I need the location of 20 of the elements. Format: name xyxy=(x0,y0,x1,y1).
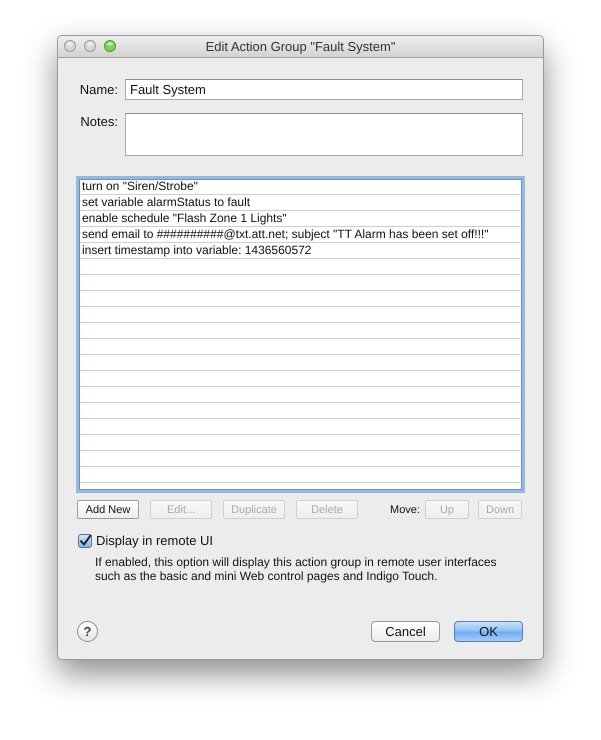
ok-button[interactable]: OK xyxy=(454,621,523,642)
cancel-button[interactable]: Cancel xyxy=(371,621,440,642)
add-new-button[interactable]: Add New xyxy=(77,500,139,519)
action-list[interactable] xyxy=(76,176,525,493)
move-label: Move: xyxy=(390,504,420,516)
action-row[interactable]: insert timestamp into variable: 1436560572 xyxy=(79,243,522,258)
notes-field[interactable] xyxy=(125,113,523,156)
field-label: Name: xyxy=(78,81,118,99)
action-row[interactable]: enable schedule "Flash Zone 1 Lights" xyxy=(79,211,522,226)
action-row[interactable]: set variable alarmStatus to fault xyxy=(79,195,522,210)
name-field[interactable]: Fault System xyxy=(125,79,523,100)
window-title: Edit Action Group "Fault System" xyxy=(206,39,396,54)
help-button[interactable]: ? xyxy=(77,621,98,642)
zoom-button[interactable] xyxy=(104,40,116,52)
description-text: If enabled, this option will display this action group in remote user interfaces such as the basic and mini Web control pages and Indigo Touch. xyxy=(95,555,498,583)
field-label: Notes: xyxy=(79,113,118,130)
checkbox-label[interactable]: Display in remote UI xyxy=(96,533,214,548)
action-row[interactable]: send email to ##########@txt.att.net; subject "TT Alarm has been set off!!!" xyxy=(79,227,522,242)
action-row[interactable]: turn on "Siren/Strobe" xyxy=(79,179,522,194)
checkbox[interactable] xyxy=(78,534,92,548)
